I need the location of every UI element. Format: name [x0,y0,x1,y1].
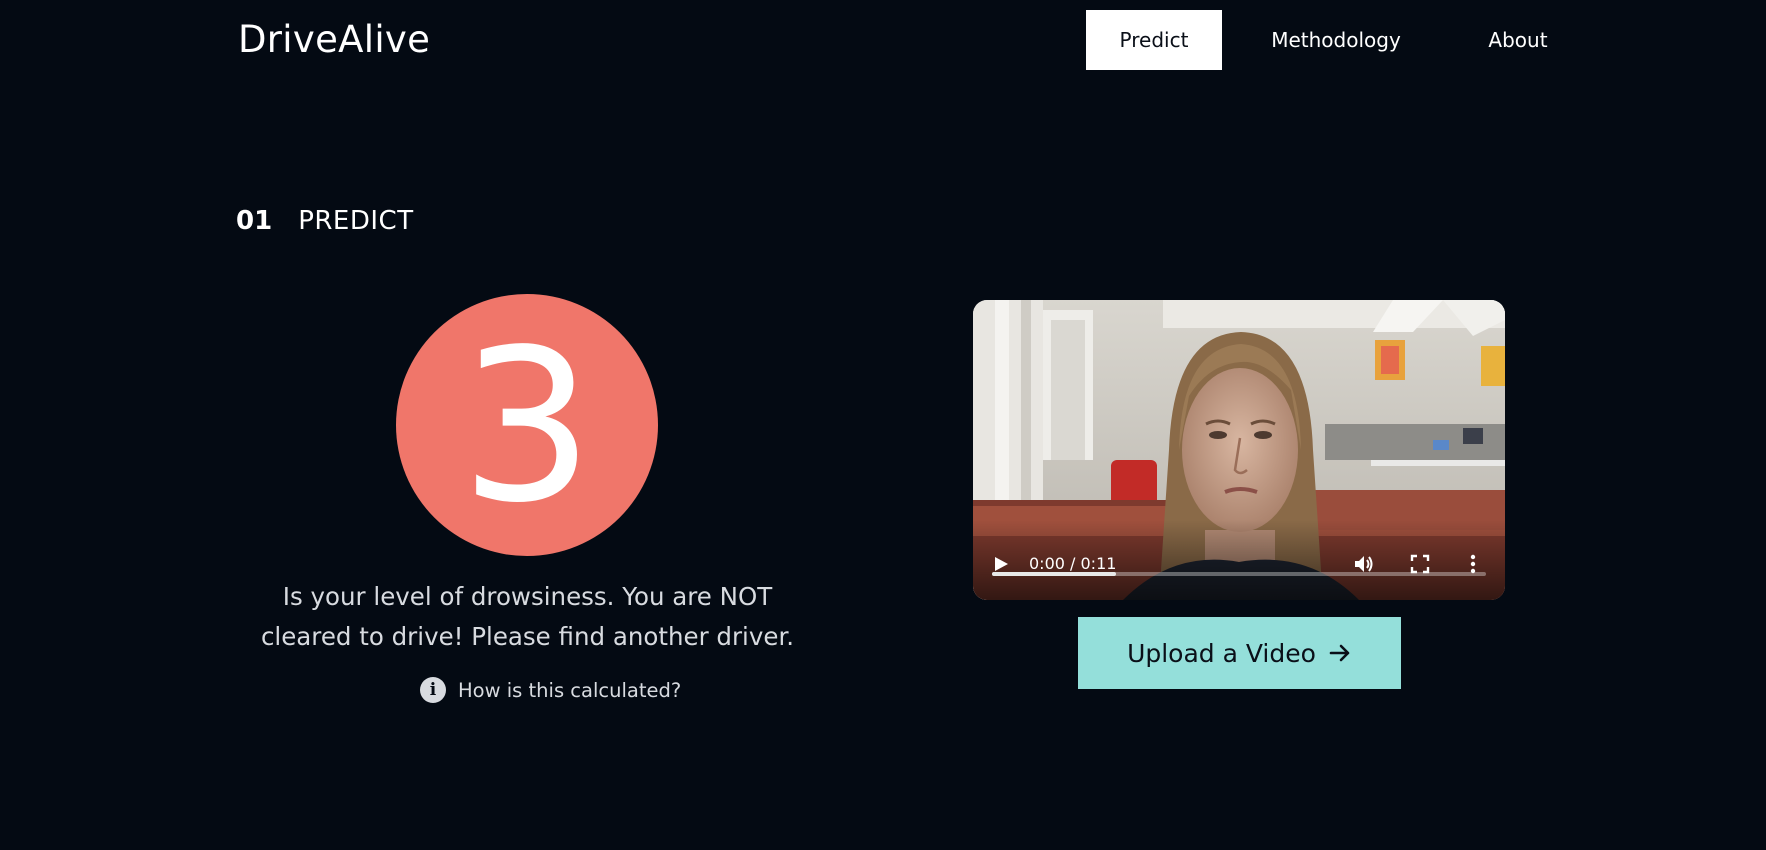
video-time: 0:00 / 0:11 [1029,554,1117,573]
video-controls: 0:00 / 0:11 [973,520,1505,600]
nav-methodology[interactable]: Methodology [1222,10,1450,70]
play-icon[interactable] [993,556,1009,572]
section-number: 01 [236,206,273,236]
result-message: Is your level of drowsiness. You are NOT… [260,582,795,651]
nav-about[interactable]: About [1450,10,1586,70]
arrow-right-icon [1329,644,1350,662]
how-calculated-link[interactable]: i How is this calculated? [420,677,681,703]
fullscreen-icon[interactable] [1410,554,1430,574]
info-icon: i [420,677,446,703]
upload-video-label: Upload a Video [1127,638,1316,668]
drowsiness-score-badge: 3 [396,294,658,556]
how-calculated-label: How is this calculated? [458,678,682,702]
upload-video-button[interactable]: Upload a Video [1078,617,1401,689]
drowsiness-score-value: 3 [460,304,594,549]
video-player[interactable]: 0:00 / 0:11 [973,300,1505,600]
section-heading: 01 PREDICT [236,206,414,236]
video-progress-fill [992,572,1116,576]
page: DriveAlive Predict Methodology About 01 … [0,0,1766,850]
brand-logo[interactable]: DriveAlive [238,18,430,61]
video-progress-bar[interactable] [992,572,1486,576]
main-nav: Predict Methodology About [1086,10,1586,70]
section-title: PREDICT [298,206,414,236]
nav-predict[interactable]: Predict [1086,10,1222,70]
